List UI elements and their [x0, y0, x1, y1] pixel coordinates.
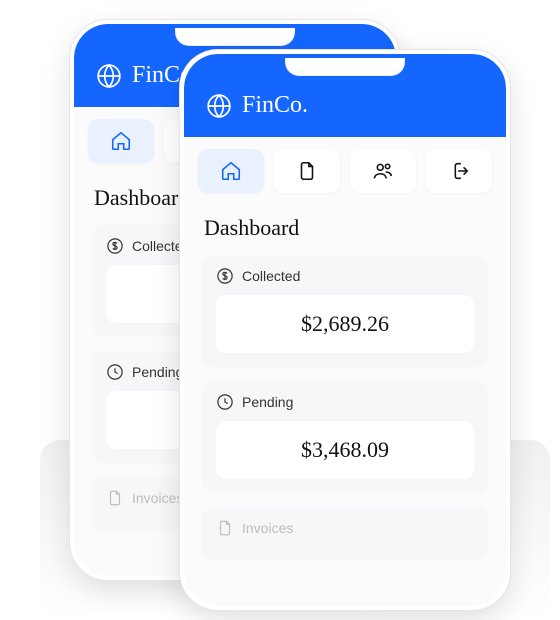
- nav-logout[interactable]: [426, 149, 492, 193]
- card-pending-label: Pending: [132, 364, 183, 380]
- globe-icon: [96, 63, 122, 89]
- card-invoices-label: Invoices: [132, 490, 183, 506]
- phone-mockup-front: FinCo. Dashboard Collected: [180, 50, 510, 610]
- logout-icon: [448, 160, 470, 182]
- clock-icon: [216, 393, 234, 411]
- phone-notch: [285, 58, 405, 76]
- card-invoices: Invoices: [202, 507, 488, 561]
- card-pending-value: $3,468.09: [216, 421, 474, 479]
- nav-bar: [184, 137, 506, 201]
- home-icon: [110, 130, 132, 152]
- card-pending-label: Pending: [242, 394, 293, 410]
- document-icon: [296, 160, 318, 182]
- dollar-icon: [106, 237, 124, 255]
- invoices-icon: [106, 489, 124, 507]
- home-icon: [220, 160, 242, 182]
- nav-home[interactable]: [198, 149, 264, 193]
- card-collected-label: Collected: [242, 268, 300, 284]
- page-title: Dashboard: [204, 215, 488, 241]
- card-invoices-label: Invoices: [242, 520, 293, 536]
- dollar-icon: [216, 267, 234, 285]
- nav-documents[interactable]: [274, 149, 340, 193]
- phone-notch: [175, 28, 295, 46]
- app-name: FinCo.: [242, 92, 308, 119]
- card-pending: Pending $3,468.09: [202, 381, 488, 493]
- clock-icon: [106, 363, 124, 381]
- globe-icon: [206, 93, 232, 119]
- nav-home[interactable]: [88, 119, 154, 163]
- nav-customers[interactable]: [350, 149, 416, 193]
- users-icon: [372, 160, 394, 182]
- invoices-icon: [216, 519, 234, 537]
- card-collected-value: $2,689.26: [216, 295, 474, 353]
- card-collected: Collected $2,689.26: [202, 255, 488, 367]
